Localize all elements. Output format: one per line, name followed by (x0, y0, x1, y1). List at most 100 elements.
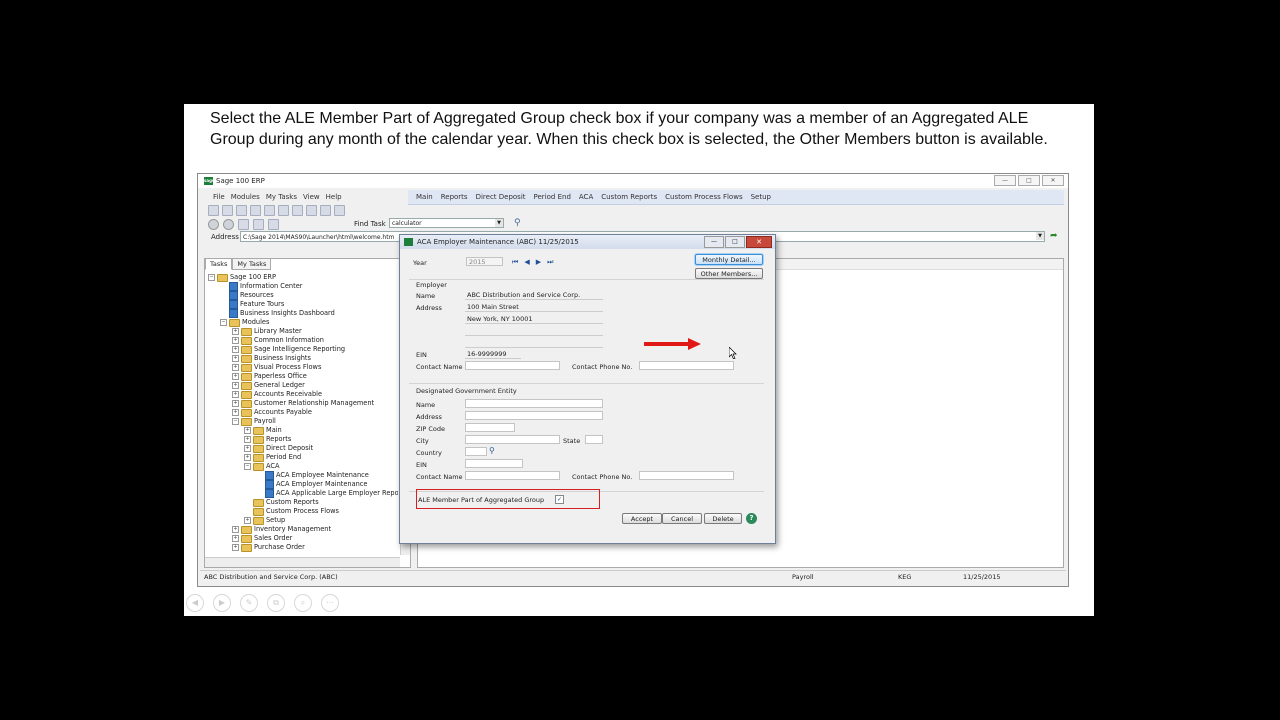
menu-help[interactable]: Help (326, 193, 342, 201)
address-line-1-field[interactable]: 100 Main Street (465, 303, 603, 312)
expander-icon[interactable]: + (232, 400, 239, 407)
tree-item[interactable]: Resources (220, 291, 274, 300)
horizontal-scrollbar[interactable] (205, 557, 400, 567)
menu-view[interactable]: View (303, 193, 320, 201)
previous-slide-icon[interactable]: ◀ (186, 594, 204, 612)
dialog-close-button[interactable]: ✕ (746, 236, 772, 248)
toolbar-button-icon[interactable] (264, 205, 275, 216)
expander-icon[interactable]: + (232, 328, 239, 335)
module-menu-period-end[interactable]: Period End (534, 193, 571, 201)
module-menu-reports[interactable]: Reports (441, 193, 468, 201)
tree-item[interactable]: − Sage 100 ERP (208, 273, 276, 282)
more-icon[interactable]: ⋯ (321, 594, 339, 612)
toolbar-button-icon[interactable] (306, 205, 317, 216)
expander-icon[interactable]: + (232, 346, 239, 353)
contact-name-field[interactable] (465, 361, 560, 370)
module-menu-custom-process-flows[interactable]: Custom Process Flows (665, 193, 742, 201)
minimize-button[interactable]: — (994, 175, 1016, 186)
next-record-icon[interactable]: ▶ (536, 258, 541, 267)
dge-name-field[interactable] (465, 399, 603, 408)
toolbar-button-icon[interactable] (250, 205, 261, 216)
state-field[interactable] (585, 435, 603, 444)
dge-address-field[interactable] (465, 411, 603, 420)
module-menu-custom-reports[interactable]: Custom Reports (601, 193, 657, 201)
tab-tasks[interactable]: Tasks (205, 258, 233, 270)
home-icon[interactable] (268, 219, 279, 230)
dge-contact-name-field[interactable] (465, 471, 560, 480)
menu-modules[interactable]: Modules (231, 193, 260, 201)
search-icon[interactable]: ⚲ (514, 218, 521, 228)
tree-item[interactable]: + Period End (244, 453, 301, 462)
refresh-icon[interactable] (253, 219, 264, 230)
tree-item[interactable]: + Customer Relationship Management (232, 399, 374, 408)
module-menu-aca[interactable]: ACA (579, 193, 593, 201)
expander-icon[interactable]: + (232, 373, 239, 380)
tree-item[interactable]: ACA Employee Maintenance (256, 471, 369, 480)
accept-button[interactable]: Accept (622, 513, 662, 524)
expander-icon[interactable]: − (208, 274, 215, 281)
year-field[interactable]: 2015 (466, 257, 503, 266)
expander-icon[interactable]: + (232, 391, 239, 398)
tree-item[interactable]: + Accounts Payable (232, 408, 312, 417)
toolbar-button-icon[interactable] (222, 205, 233, 216)
forward-icon[interactable] (223, 219, 234, 230)
toolbar-button-icon[interactable] (208, 205, 219, 216)
dialog-maximize-button[interactable]: □ (725, 236, 745, 248)
expander-icon[interactable]: + (232, 409, 239, 416)
tree-item[interactable]: + Main (244, 426, 282, 435)
expander-icon[interactable]: + (244, 454, 251, 461)
tree-item[interactable]: + Purchase Order (232, 543, 305, 552)
previous-record-icon[interactable]: ◀ (524, 258, 529, 267)
expander-icon[interactable]: + (232, 382, 239, 389)
tree-item[interactable]: ACA Applicable Large Employer Repo (256, 489, 398, 498)
dge-contact-phone-field[interactable] (639, 471, 734, 480)
address-line-2-field[interactable]: New York, NY 10001 (465, 315, 603, 324)
stop-icon[interactable] (238, 219, 249, 230)
chevron-down-icon[interactable]: ▼ (495, 219, 503, 227)
tree-item[interactable]: + Common Information (232, 336, 324, 345)
tree-item[interactable]: + Business Insights (232, 354, 311, 363)
tree-item[interactable]: + Library Master (232, 327, 302, 336)
next-slide-icon[interactable]: ▶ (213, 594, 231, 612)
chevron-down-icon[interactable]: ▼ (1036, 232, 1044, 240)
address-line-3-field[interactable] (465, 327, 603, 336)
tree-item[interactable]: + Reports (244, 435, 291, 444)
tree-item[interactable]: Custom Process Flows (244, 507, 339, 516)
expander-icon[interactable]: + (232, 355, 239, 362)
expander-icon[interactable]: + (232, 364, 239, 371)
tree-item[interactable]: + Direct Deposit (244, 444, 313, 453)
toolbar-button-icon[interactable] (278, 205, 289, 216)
expander-icon[interactable]: + (232, 535, 239, 542)
help-icon[interactable] (320, 205, 331, 216)
expander-icon[interactable]: − (232, 418, 239, 425)
module-menu-main[interactable]: Main (416, 193, 433, 201)
tree-item[interactable]: + Visual Process Flows (232, 363, 321, 372)
tree-item[interactable]: Custom Reports (244, 498, 319, 507)
last-record-icon[interactable]: ⏭ (547, 258, 553, 267)
other-members-button[interactable]: Other Members... (695, 268, 763, 279)
tree-item[interactable]: − Modules (220, 318, 269, 327)
city-field[interactable] (465, 435, 560, 444)
tree-item[interactable]: Feature Tours (220, 300, 284, 309)
help-icon[interactable]: ? (746, 513, 757, 524)
ein-field[interactable]: 16-9999999 (465, 350, 521, 359)
tree-item[interactable]: + Paperless Office (232, 372, 307, 381)
expander-icon[interactable]: + (232, 526, 239, 533)
zip-field[interactable] (465, 423, 515, 432)
tree-item[interactable]: + Inventory Management (232, 525, 331, 534)
tree-item[interactable]: Business Insights Dashboard (220, 309, 335, 318)
expander-icon[interactable]: + (232, 337, 239, 344)
tree-item[interactable]: + Accounts Receivable (232, 390, 322, 399)
tree-item[interactable]: + Sales Order (232, 534, 292, 543)
tree-item[interactable]: − ACA (244, 462, 280, 471)
tree-item[interactable]: ACA Employer Maintenance (256, 480, 367, 489)
find-task-input[interactable]: calculator ▼ (389, 218, 504, 228)
dialog-minimize-button[interactable]: — (704, 236, 724, 248)
tree-item[interactable]: + Sage Intelligence Reporting (232, 345, 345, 354)
dge-ein-field[interactable] (465, 459, 523, 468)
tree-item[interactable]: Information Center (220, 282, 302, 291)
zoom-icon[interactable]: ⌕ (294, 594, 312, 612)
country-field[interactable] (465, 447, 487, 456)
layout-icon[interactable] (334, 205, 345, 216)
menu-my-tasks[interactable]: My Tasks (266, 193, 297, 201)
